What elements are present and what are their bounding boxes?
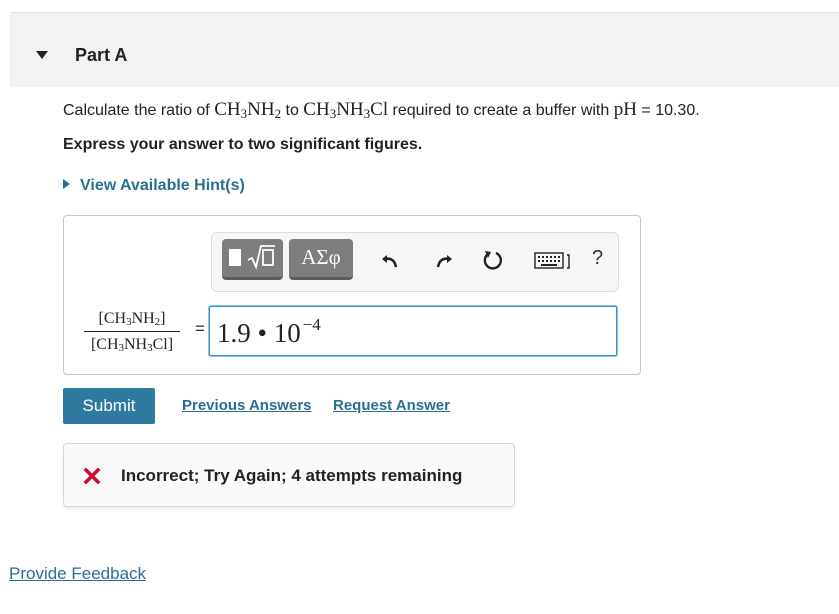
view-hints-link[interactable]: View Available Hint(s)	[63, 177, 245, 195]
keyboard-icon[interactable]	[534, 252, 572, 270]
species-methylammonium-chloride: CH3NH3Cl	[303, 99, 389, 121]
species-methylamine: CH3NH2	[214, 99, 282, 121]
redo-icon[interactable]	[432, 249, 454, 271]
part-title: Part A	[75, 45, 128, 65]
ph-symbol: pH	[613, 99, 637, 120]
answer-input[interactable]: 1.9 • 10 −4	[209, 306, 617, 356]
instruction-text: Express your answer to two significant f…	[63, 136, 423, 153]
answer-box: ΑΣφ ? [CH3NH2] [CH3NH3Cl] = 1.9 • 10 −4	[63, 215, 641, 375]
equals-sign: =	[195, 319, 205, 338]
undo-icon[interactable]	[380, 249, 402, 271]
question-text: Calculate the ratio of CH3NH2 to CH3NH3C…	[63, 99, 700, 121]
math-toolbar: ΑΣφ ?	[211, 232, 619, 292]
feedback-message-box: Incorrect; Try Again; 4 attempts remaini…	[63, 443, 515, 507]
provide-feedback-link[interactable]: Provide Feedback	[9, 564, 146, 584]
greek-letters-button[interactable]: ΑΣφ	[289, 239, 353, 280]
ratio-fraction: [CH3NH2] [CH3NH3Cl]	[82, 310, 182, 354]
fraction-denominator: [CH3NH3Cl]	[90, 336, 174, 354]
submit-button[interactable]: Submit	[63, 388, 155, 424]
feedback-text: Incorrect; Try Again; 4 attempts remaini…	[121, 466, 463, 485]
request-answer-link[interactable]: Request Answer	[333, 397, 450, 414]
answer-value: 1.9 • 10 −4	[217, 315, 321, 348]
incorrect-x-icon	[84, 468, 100, 484]
answer-exponent: −4	[302, 315, 321, 334]
fraction-numerator: [CH3NH2]	[98, 310, 166, 328]
part-header[interactable]: Part A	[10, 12, 839, 87]
reset-icon[interactable]	[482, 249, 504, 271]
greek-letters-icon: ΑΣφ	[301, 245, 341, 269]
collapse-caret-icon[interactable]	[36, 51, 48, 59]
templates-button[interactable]	[222, 239, 283, 280]
previous-answers-link[interactable]: Previous Answers	[182, 397, 312, 414]
help-icon[interactable]: ?	[592, 247, 603, 270]
templates-icon	[229, 249, 241, 266]
radical-icon	[247, 245, 275, 270]
expand-caret-icon	[63, 179, 70, 189]
